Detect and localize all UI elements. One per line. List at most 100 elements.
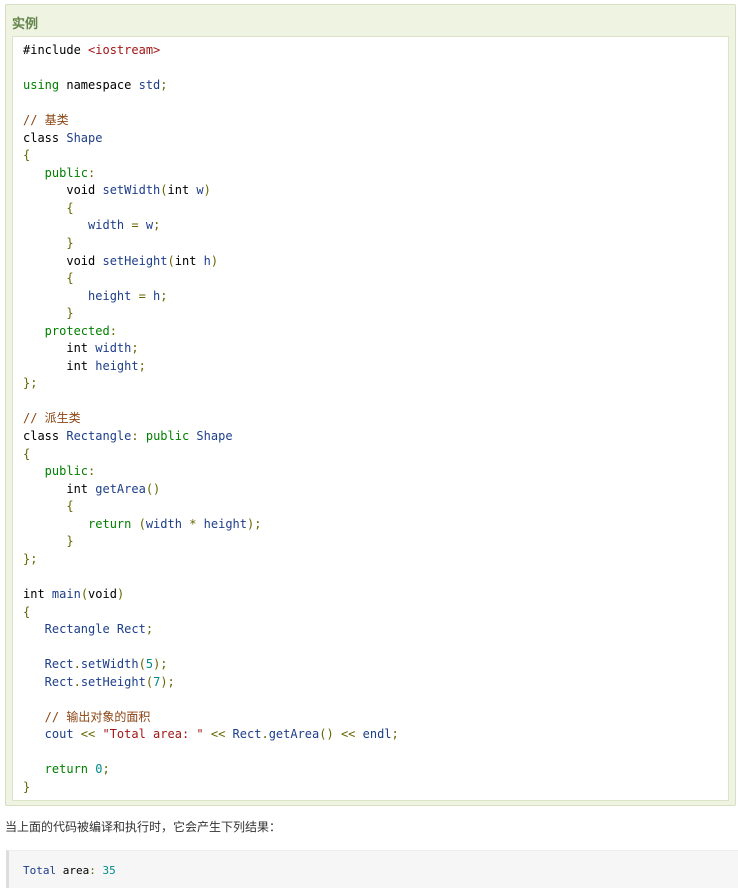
code-token: height (95, 358, 139, 373)
code-token: setWidth (102, 183, 161, 198)
code-token: void (23, 183, 103, 198)
code-token: << (80, 727, 103, 742)
code-line: }; (23, 551, 399, 569)
code-line: return (width * height); (23, 516, 399, 534)
code-token: ( (167, 253, 175, 268)
code-token: #include (23, 43, 89, 57)
code-line: class Rectangle: public Shape (23, 428, 399, 446)
code-line: Rect.setWidth(5); (23, 656, 399, 674)
code-token: : (88, 464, 96, 479)
code-token: Rect (116, 622, 146, 637)
code-token: int (174, 253, 204, 268)
code-token: }; (23, 376, 38, 391)
code-token: Shape (196, 429, 233, 444)
code-line: // 输出对象的面积 (23, 709, 399, 727)
code-token: ); (247, 516, 262, 531)
code-token: setHeight (102, 253, 168, 268)
code-line: width = w; (23, 217, 399, 235)
code-token: . (261, 727, 269, 742)
code-token: main (51, 586, 81, 601)
code-token: // 派生类 (23, 411, 81, 426)
code-token: { (23, 604, 31, 619)
code-token: width (145, 516, 190, 531)
code-line: { (23, 270, 399, 288)
code-token: void (23, 253, 103, 268)
code-token: class (23, 429, 67, 444)
output-token: area (62, 864, 90, 877)
code-token: Rect (232, 727, 262, 742)
code-token: . (73, 674, 81, 689)
code-panel[interactable]: #include <iostream> using namespace std;… (12, 36, 729, 801)
code-token: std (138, 78, 161, 93)
code-token: Rectangle (23, 622, 117, 637)
code-line: int getArea() (23, 481, 399, 499)
code-token: setWidth (80, 657, 139, 672)
code-line: // 派生类 (23, 410, 399, 428)
code-line: protected: (23, 323, 399, 341)
code-line: { (23, 147, 399, 165)
code-token: ) (116, 586, 125, 601)
code-token: } (23, 779, 31, 794)
output-box: Total area: 35 (6, 850, 738, 888)
code-token: h (203, 253, 211, 268)
output-token: 35 (102, 864, 116, 877)
code-token: Rect (23, 657, 74, 672)
code-token: = (138, 288, 154, 303)
code-token: { (23, 148, 31, 163)
code-line: void setWidth(int w) (23, 182, 399, 200)
code-token: void (88, 586, 117, 601)
code-token: ; (153, 218, 161, 233)
code-line: { (23, 446, 399, 464)
code-token: endl (362, 727, 392, 742)
code-token: int (23, 341, 96, 356)
code-line: } (23, 305, 399, 323)
code-token: () (145, 481, 161, 496)
code-token: using (23, 78, 60, 93)
code-line: Rect.setHeight(7); (23, 674, 399, 692)
code-line: public: (23, 463, 399, 481)
output-token: Total (23, 864, 63, 877)
code-token: << (203, 727, 233, 742)
code-line: { (23, 498, 399, 516)
code-token: width (95, 341, 132, 356)
code-line: int height; (23, 358, 399, 376)
code-token: ( (145, 674, 154, 689)
result-description: 当上面的代码被编译和执行时，它会产生下列结果： (5, 820, 282, 834)
code-token: Rectangle (66, 429, 132, 444)
code-token: int (23, 586, 52, 601)
code-token: "Total area: " (102, 727, 204, 742)
code-line: int width; (23, 340, 399, 358)
code-token: w (145, 218, 154, 233)
code-token: ) (203, 183, 211, 198)
code-token: ( (138, 516, 146, 531)
code-line: #include <iostream> (23, 42, 399, 60)
code-token: : (88, 165, 96, 180)
code-token: { (23, 446, 31, 461)
code-token: } (23, 534, 74, 549)
code-line: } (23, 779, 399, 797)
code-line: return 0; (23, 761, 399, 779)
code-line: class Shape (23, 130, 399, 148)
code-token: () << (319, 727, 363, 742)
code-token: return (23, 762, 96, 777)
code-token: ); (153, 657, 168, 672)
code-token: <iostream> (88, 43, 161, 57)
code-token: width (23, 218, 132, 233)
example-box: 实例 #include <iostream> using namespace s… (5, 4, 736, 806)
code-line: cout << "Total area: " << Rect.getArea()… (23, 726, 399, 744)
code-line: public: (23, 165, 399, 183)
code-token: namespace (59, 78, 139, 93)
code-token: height (23, 288, 139, 303)
code-token: protected (23, 323, 110, 338)
code-token: ; (160, 288, 168, 303)
code-token: : (131, 429, 146, 444)
code-token: cout (23, 727, 81, 742)
code-token: int (23, 358, 96, 373)
code-token: ) (210, 253, 219, 268)
code-token: { (23, 200, 74, 215)
code-token: // 基类 (23, 113, 69, 128)
